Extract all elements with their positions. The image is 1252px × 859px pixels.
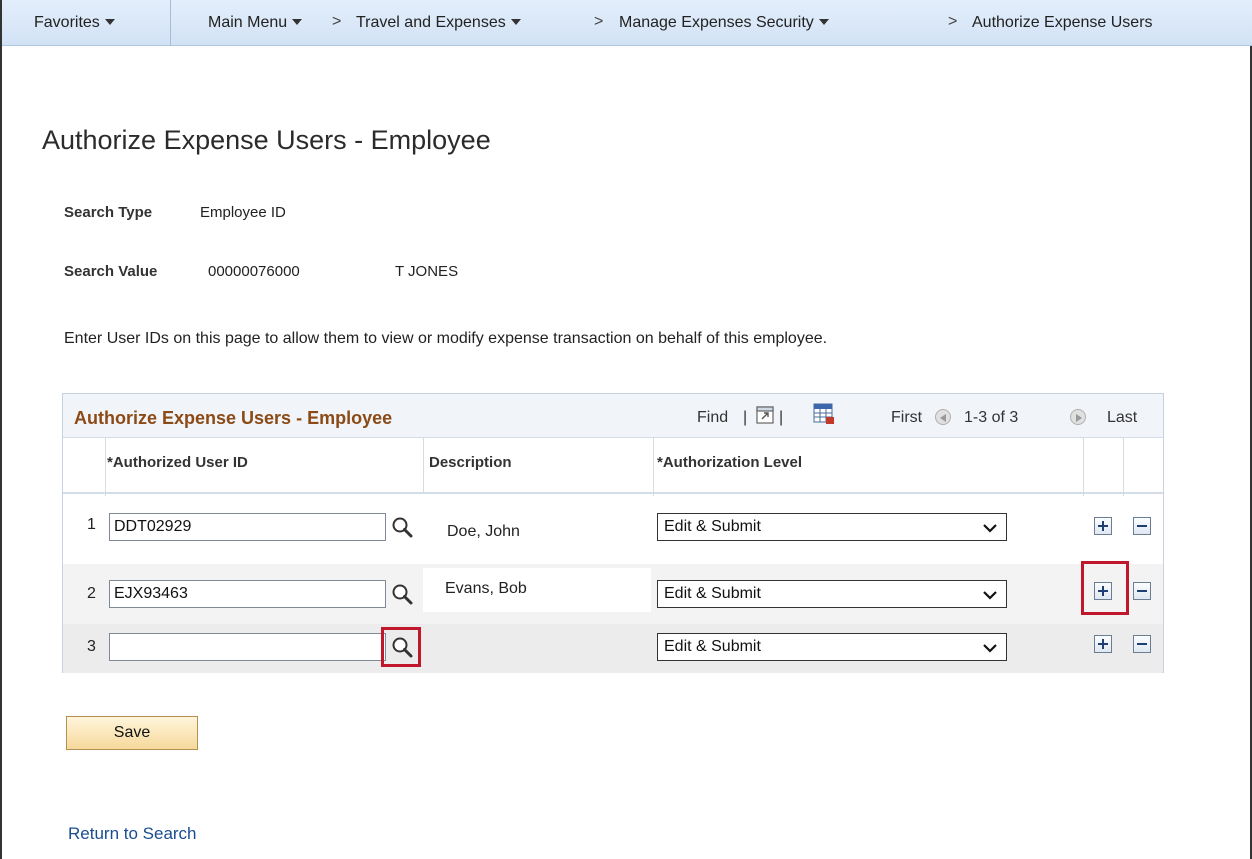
row-number: 1	[87, 516, 96, 533]
grid-title: Authorize Expense Users - Employee	[74, 408, 393, 428]
row-number: 3	[87, 638, 96, 655]
search-value-value: 00000076000	[208, 263, 300, 280]
main-menu-label: Main Menu	[208, 14, 288, 31]
authorization-level-select[interactable]: Edit & Submit	[657, 513, 1007, 541]
current-page-crumb[interactable]: Authorize Expense Users	[972, 14, 1153, 32]
row-number: 2	[87, 585, 96, 602]
table-row: 1 Doe, John Edit & Submit	[63, 496, 1163, 564]
current-page-label: Authorize Expense Users	[972, 14, 1153, 31]
lookup-magnifier-icon[interactable]	[389, 634, 415, 660]
favorites-menu[interactable]: Favorites	[34, 14, 115, 32]
column-header-user-id: *Authorized User ID	[107, 454, 248, 471]
employee-name: T JONES	[395, 263, 459, 280]
caret-down-icon	[510, 19, 521, 25]
delete-row-button[interactable]	[1133, 582, 1151, 600]
add-row-button[interactable]	[1094, 517, 1112, 535]
lookup-magnifier-icon[interactable]	[389, 581, 415, 607]
authorization-level-value: Edit & Submit	[664, 518, 761, 535]
caret-down-icon	[104, 19, 115, 25]
column-headers: *Authorized User ID Description *Authori…	[63, 438, 1163, 494]
column-header-description: Description	[429, 454, 512, 471]
description-text: Evans, Bob	[445, 580, 527, 597]
column-header-authorization-level: *Authorization Level	[657, 454, 803, 471]
search-value-label: Search Value	[64, 263, 158, 280]
authorized-user-id-input[interactable]	[109, 633, 386, 661]
table-row: 3 Edit & Submit	[63, 624, 1163, 673]
column-divider	[423, 438, 424, 494]
authorization-level-value: Edit & Submit	[664, 585, 761, 602]
last-link[interactable]: Last	[1107, 409, 1137, 427]
instructions-text: Enter User IDs on this page to allow the…	[64, 330, 828, 347]
find-link[interactable]: Find	[697, 409, 728, 427]
grid-divider: |	[743, 409, 748, 426]
manage-security-label: Manage Expenses Security	[619, 14, 814, 31]
delete-row-button[interactable]	[1133, 517, 1151, 535]
main-menu[interactable]: Main Menu	[208, 14, 303, 32]
authorized-users-grid: Authorize Expense Users - Employee Find …	[62, 393, 1164, 673]
authorized-user-id-input[interactable]	[109, 580, 386, 608]
chevron-down-icon	[983, 644, 997, 653]
save-button[interactable]: Save	[66, 716, 198, 750]
authorization-level-select[interactable]: Edit & Submit	[657, 580, 1007, 608]
breadcrumb: Favorites Main Menu > Travel and Expense…	[2, 0, 1252, 46]
chevron-right-icon: >	[594, 13, 604, 30]
manage-security-menu[interactable]: Manage Expenses Security	[619, 14, 829, 32]
chevron-down-icon	[983, 591, 997, 600]
nav-divider	[170, 0, 171, 46]
caret-down-icon	[292, 19, 303, 25]
page-title: Authorize Expense Users - Employee	[42, 125, 491, 155]
return-to-search-link[interactable]: Return to Search	[68, 824, 197, 844]
chevron-down-icon	[983, 524, 997, 533]
download-spreadsheet-icon[interactable]	[813, 403, 835, 425]
favorites-label: Favorites	[34, 14, 100, 31]
grid-divider: |	[779, 409, 784, 426]
travel-expenses-menu[interactable]: Travel and Expenses	[356, 14, 521, 32]
next-arrow-icon[interactable]	[1070, 409, 1086, 425]
first-link[interactable]: First	[891, 409, 922, 427]
add-row-button[interactable]	[1094, 635, 1112, 653]
authorization-level-select[interactable]: Edit & Submit	[657, 633, 1007, 661]
chevron-right-icon: >	[948, 13, 958, 30]
chevron-right-icon: >	[332, 13, 342, 30]
search-type-label: Search Type	[64, 204, 153, 221]
row-range: 1-3 of 3	[964, 409, 1019, 426]
view-all-icon[interactable]	[755, 405, 775, 425]
authorized-user-id-input[interactable]	[109, 513, 386, 541]
add-row-button[interactable]	[1094, 582, 1112, 600]
previous-arrow-icon[interactable]	[935, 409, 951, 425]
description-text: Doe, John	[447, 523, 520, 540]
authorization-level-value: Edit & Submit	[664, 638, 761, 655]
caret-down-icon	[818, 19, 829, 25]
grid-header: Authorize Expense Users - Employee Find …	[63, 394, 1163, 438]
lookup-magnifier-icon[interactable]	[389, 514, 415, 540]
delete-row-button[interactable]	[1133, 635, 1151, 653]
search-type-value: Employee ID	[200, 204, 286, 221]
table-row: 2 Evans, Bob Edit & Submit	[63, 561, 1163, 624]
page-frame: Favorites Main Menu > Travel and Expense…	[0, 0, 1252, 859]
travel-expenses-label: Travel and Expenses	[356, 14, 506, 31]
